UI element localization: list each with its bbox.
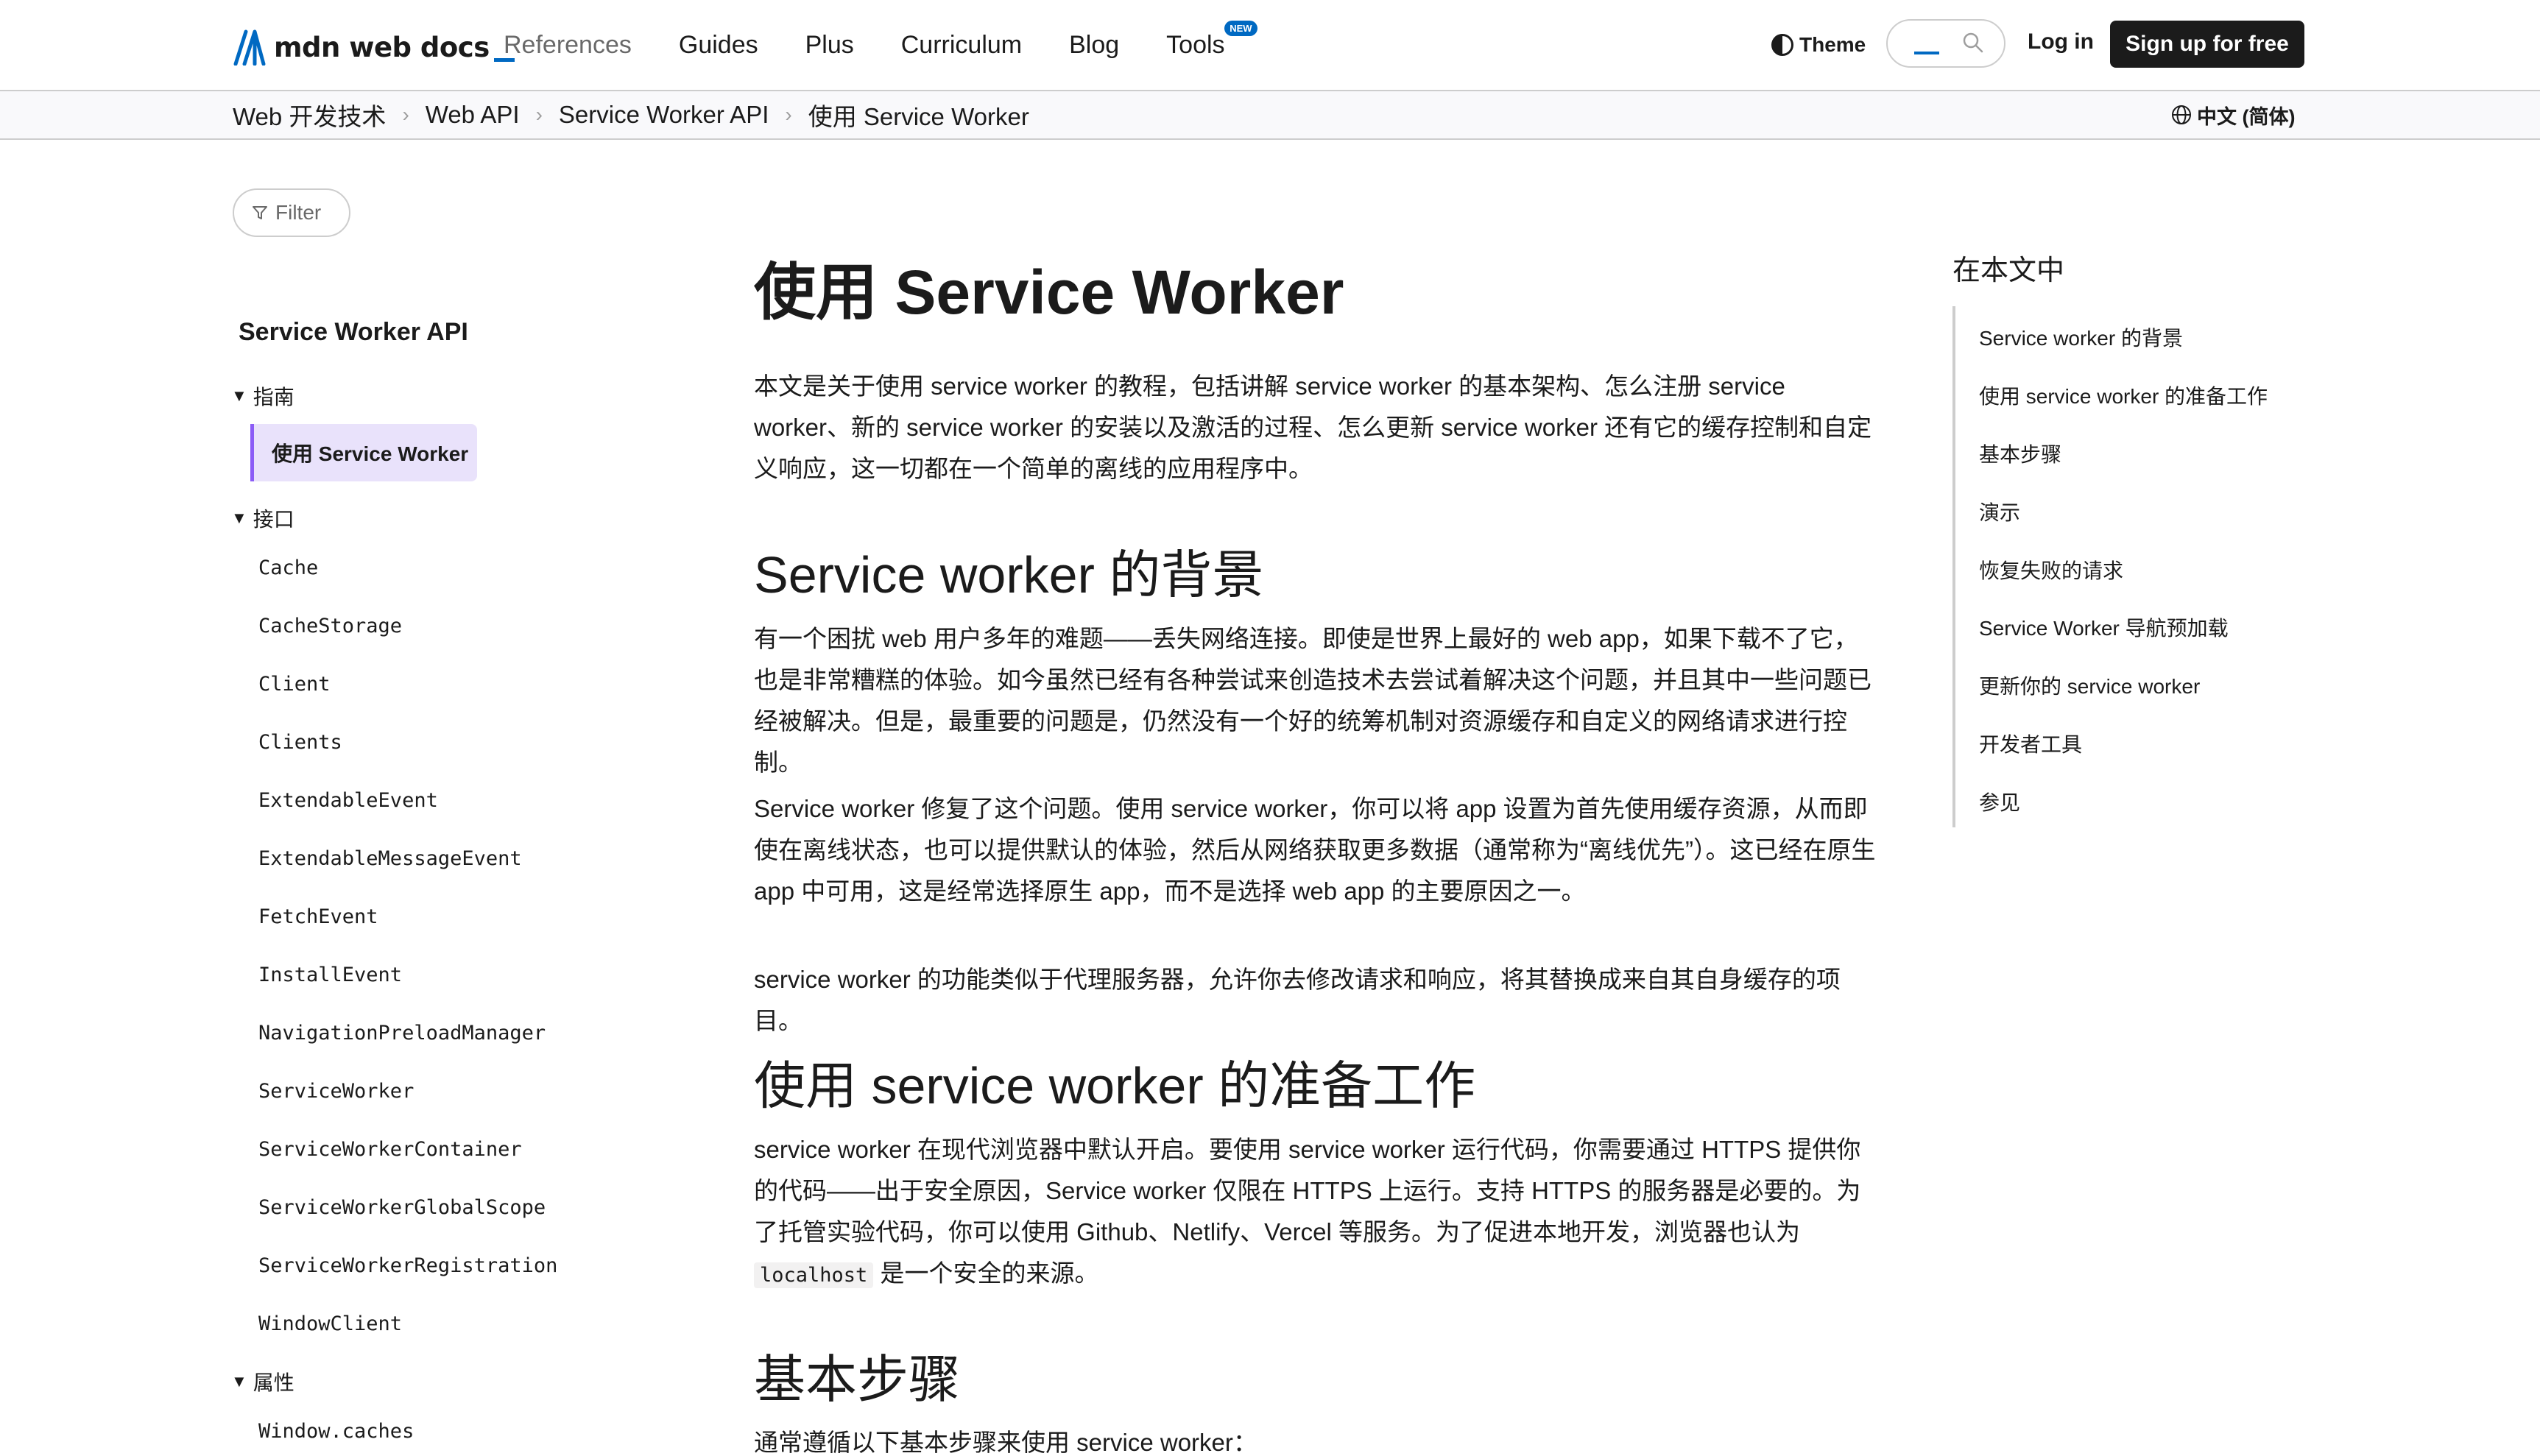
steps-paragraph: 通常遵循以下基本步骤来使用 service worker： [754, 1429, 1257, 1456]
sidebar-item-client[interactable]: Client [258, 673, 331, 696]
heading-steps[interactable]: 基本步骤 [754, 1338, 960, 1413]
nav-tools[interactable]: Tools NEW [1166, 20, 1257, 60]
sidebar-item-serviceworker[interactable]: ServiceWorker [258, 1080, 414, 1103]
breadcrumb-item-current[interactable]: 使用 Service Worker [808, 97, 1029, 132]
language-selector[interactable]: 中文 (简体) [2170, 100, 2295, 130]
new-badge: NEW [1224, 20, 1257, 36]
sidebar-item-extendableevent[interactable]: ExtendableEvent [258, 789, 438, 812]
sidebar-title[interactable]: Service Worker API [239, 318, 468, 347]
sidebar-item-extendablemessageevent[interactable]: ExtendableMessageEvent [258, 847, 522, 870]
globe-icon [2172, 105, 2191, 124]
sidebar-group-label: 指南 [253, 386, 294, 409]
page-title: 使用 Service Worker [754, 258, 1344, 327]
sidebar-group-interfaces[interactable]: ▼ 接口 [231, 503, 294, 533]
search-input[interactable] [1886, 19, 2005, 68]
sidebar-item-cache[interactable]: Cache [258, 556, 318, 579]
nav-guides[interactable]: Guides [679, 31, 758, 60]
sidebar-item-serviceworkerglobalscope[interactable]: ServiceWorkerGlobalScope [258, 1196, 546, 1219]
breadcrumb-item[interactable]: Service Worker API [559, 101, 769, 129]
breadcrumb-item[interactable]: Web API [426, 101, 520, 129]
toc-item[interactable]: 演示 [1979, 497, 2020, 526]
sidebar-item-navigationpreloadmanager[interactable]: NavigationPreloadManager [258, 1022, 546, 1045]
sidebar-item-serviceworkerregistration[interactable]: ServiceWorkerRegistration [258, 1254, 557, 1277]
language-label: 中文 (简体) [2197, 105, 2296, 128]
prep-paragraph: service worker 在现代浏览器中默认开启。要使用 service w… [754, 1129, 1882, 1296]
chevron-right-icon: › [535, 103, 543, 126]
logo-text: mdn web docs [274, 31, 490, 63]
nav-blog[interactable]: Blog [1069, 31, 1119, 60]
top-navigation: mdn web docs References Guides Plus Curr… [0, 0, 2540, 91]
intro-paragraph: 本文是关于使用 service worker 的教程，包括讲解 service … [754, 372, 1872, 482]
nav-curriculum[interactable]: Curriculum [901, 31, 1022, 60]
breadcrumb-item[interactable]: Web 开发技术 [233, 97, 386, 132]
theme-label: Theme [1799, 33, 1866, 56]
nav-plus[interactable]: Plus [805, 31, 854, 60]
breadcrumb-bar: Web 开发技术 › Web API › Service Worker API … [0, 91, 2540, 140]
triangle-down-icon: ▼ [231, 1372, 247, 1390]
heading-background[interactable]: Service worker 的背景 [754, 534, 1263, 608]
toc-item[interactable]: 恢复失败的请求 [1979, 555, 2123, 584]
breadcrumb: Web 开发技术 › Web API › Service Worker API … [233, 91, 1029, 138]
toc-item[interactable]: Service worker 的背景 [1979, 322, 2183, 352]
filter-input[interactable]: Filter [233, 188, 350, 237]
login-link[interactable]: Log in [2028, 29, 2094, 54]
nav-references[interactable]: References [504, 31, 632, 60]
toc-rail [1952, 306, 1955, 827]
toc-item[interactable]: 更新你的 service worker [1979, 671, 2200, 700]
mdn-logo[interactable]: mdn web docs [233, 26, 515, 68]
inline-code: localhost [754, 1262, 874, 1288]
chevron-right-icon: › [402, 103, 409, 126]
toc-item[interactable]: 使用 service worker 的准备工作 [1979, 381, 2268, 410]
sidebar-group-properties[interactable]: ▼ 属性 [231, 1367, 294, 1396]
signup-button[interactable]: Sign up for free [2110, 21, 2304, 68]
prep-text: service worker 在现代浏览器中默认开启。要使用 service w… [754, 1136, 1861, 1245]
mdn-logo-icon [233, 29, 266, 66]
sidebar-group-label: 接口 [253, 508, 294, 531]
sidebar-item-window-caches[interactable]: Window.caches [258, 1420, 414, 1443]
background-paragraph-3: service worker 的功能类似于代理服务器，允许你去修改请求和响应，将… [754, 966, 1841, 1034]
filter-placeholder: Filter [275, 201, 322, 224]
toc-item[interactable]: 开发者工具 [1979, 729, 2082, 758]
sidebar-item-installevent[interactable]: InstallEvent [258, 964, 402, 986]
triangle-down-icon: ▼ [231, 509, 247, 527]
sidebar-item-windowclient[interactable]: WindowClient [258, 1312, 402, 1335]
background-paragraph-1: 有一个困扰 web 用户多年的难题——丢失网络连接。即使是世界上最好的 web … [754, 625, 1872, 776]
main-menu: References Guides Plus Curriculum Blog T… [504, 0, 1272, 90]
chevron-right-icon: › [785, 103, 792, 126]
sidebar-item-serviceworkercontainer[interactable]: ServiceWorkerContainer [258, 1138, 522, 1161]
toc-title: 在本文中 [1952, 255, 2065, 286]
sidebar-group-guides[interactable]: ▼ 指南 [231, 381, 294, 411]
triangle-down-icon: ▼ [231, 386, 247, 405]
sidebar-item-cachestorage[interactable]: CacheStorage [258, 615, 402, 637]
sidebar-group-label: 属性 [253, 1371, 294, 1394]
search-caret [1914, 52, 1939, 54]
toc-item[interactable]: Service Worker 导航预加载 [1979, 612, 2229, 642]
heading-prep[interactable]: 使用 service worker 的准备工作 [754, 1045, 1475, 1119]
sidebar-item-clients[interactable]: Clients [258, 731, 342, 754]
sidebar-item-fetchevent[interactable]: FetchEvent [258, 905, 378, 928]
toc-item[interactable]: 基本步骤 [1979, 439, 2061, 468]
filter-icon [253, 206, 267, 219]
search-icon[interactable] [1963, 32, 1983, 53]
toc-item[interactable]: 参见 [1979, 787, 2020, 816]
prep-text-end: 是一个安全的来源。 [873, 1259, 1099, 1287]
background-paragraph-2: Service worker 修复了这个问题。使用 service worker… [754, 795, 1876, 905]
sidebar-item-active[interactable]: 使用 Service Worker [250, 424, 477, 481]
theme-button[interactable]: Theme [1771, 29, 1866, 60]
nav-tools-label: Tools [1166, 30, 1225, 59]
theme-icon [1771, 34, 1793, 56]
